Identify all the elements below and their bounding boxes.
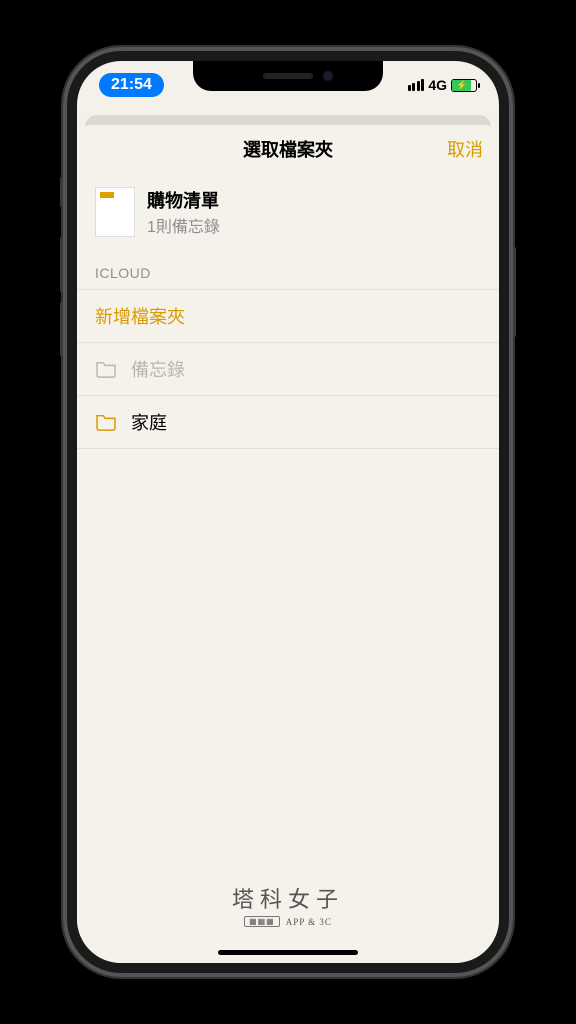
note-thumbnail-icon <box>95 187 135 237</box>
signal-icon <box>408 79 425 91</box>
home-indicator[interactable] <box>218 950 358 955</box>
new-folder-row[interactable]: 新增檔案夾 <box>77 290 499 343</box>
folder-row-family[interactable]: 家庭 <box>77 396 499 449</box>
power-button <box>513 247 516 337</box>
folder-icon <box>95 360 117 378</box>
folder-icon <box>95 413 117 431</box>
notch <box>193 61 383 91</box>
modal-sheet: 選取檔案夾 取消 購物清單 1則備忘錄 ICLOUD 新增檔案夾 備忘錄 <box>77 125 499 963</box>
keyboard-icon: ▦▦▦ <box>244 916 280 927</box>
status-time[interactable]: 21:54 <box>99 73 164 97</box>
new-folder-label: 新增檔案夾 <box>95 303 185 329</box>
folder-row-notes: 備忘錄 <box>77 343 499 396</box>
watermark: 塔科女子 ▦▦▦ APP & 3C <box>77 882 499 927</box>
screen: 21:54 4G ⚡ 選取檔案夾 取消 購物清單 1則備 <box>77 61 499 963</box>
nav-title: 選取檔案夾 <box>243 136 333 162</box>
network-label: 4G <box>428 77 447 93</box>
volume-down-button <box>60 302 63 357</box>
watermark-title: 塔科女子 <box>77 882 499 914</box>
folder-label: 備忘錄 <box>131 356 185 382</box>
section-header-icloud: ICLOUD <box>77 255 499 290</box>
battery-icon: ⚡ <box>451 79 477 92</box>
status-right: 4G ⚡ <box>408 77 477 93</box>
nav-bar: 選取檔案夾 取消 <box>77 125 499 173</box>
note-subtitle: 1則備忘錄 <box>147 213 220 237</box>
side-button <box>60 177 63 207</box>
phone-frame: 21:54 4G ⚡ 選取檔案夾 取消 購物清單 1則備 <box>63 47 513 977</box>
note-info: 購物清單 1則備忘錄 <box>147 187 220 237</box>
note-title: 購物清單 <box>147 187 220 213</box>
volume-up-button <box>60 237 63 292</box>
folder-label: 家庭 <box>131 409 167 435</box>
watermark-subtitle: ▦▦▦ APP & 3C <box>77 916 499 927</box>
note-header: 購物清單 1則備忘錄 <box>77 173 499 255</box>
cancel-button[interactable]: 取消 <box>447 136 483 162</box>
